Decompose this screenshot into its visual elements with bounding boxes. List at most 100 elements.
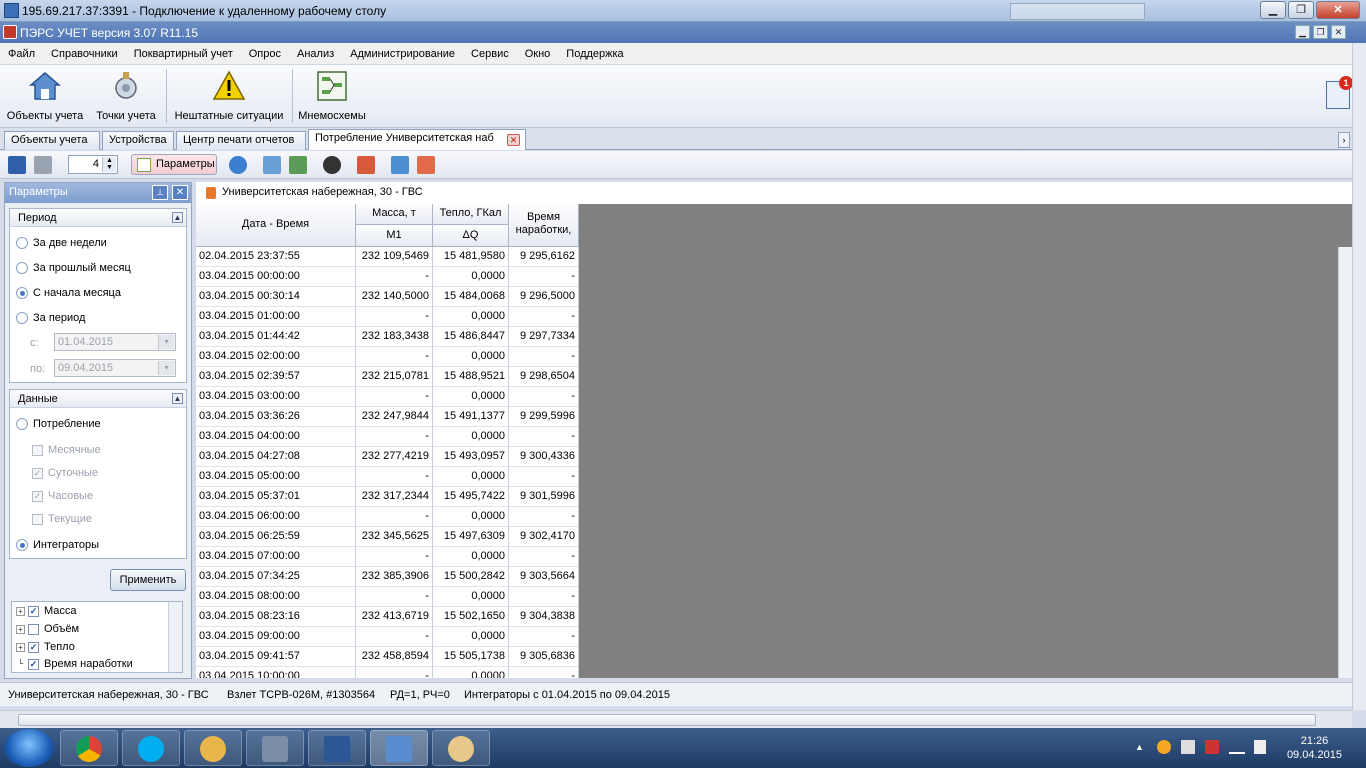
taskbar-rdp[interactable] <box>370 730 428 766</box>
menu-admin[interactable]: Администрирование <box>350 48 455 60</box>
refresh-icon[interactable] <box>229 156 247 174</box>
table-row[interactable]: 03.04.2015 03:36:26 232 247,9844 15 491,13… <box>196 407 579 427</box>
menu-analysis[interactable]: Анализ <box>297 48 334 60</box>
radio-last-month[interactable]: За прошлый месяц <box>16 262 131 274</box>
scrollbar-thumb[interactable] <box>18 714 1316 726</box>
table-row[interactable]: 03.04.2015 05:00:00-0,0000- <box>196 467 579 487</box>
tree-item-volume[interactable]: + Объём <box>16 623 79 635</box>
table-row[interactable]: 03.04.2015 02:39:57 232 215,0781 15 488,95… <box>196 367 579 387</box>
checkbox-icon[interactable]: ✓ <box>28 641 39 653</box>
tree-item-heat[interactable]: + ✓ Тепло <box>16 641 75 653</box>
table-row[interactable]: 02.04.2015 23:37:55 232 109,5469 15 481,95… <box>196 247 579 267</box>
calendar-dropdown-icon[interactable]: ▾ <box>158 335 174 349</box>
color-icon[interactable] <box>323 156 341 174</box>
col-header-datetime[interactable]: Дата - Время <box>196 204 356 247</box>
check-current[interactable]: Текущие <box>32 513 92 525</box>
radio-consumption[interactable]: Потребление <box>16 418 101 430</box>
col-header-runtime[interactable]: Время наработки, <box>509 204 579 247</box>
menu-service[interactable]: Сервис <box>471 48 509 60</box>
emergency-button[interactable]: Нештатные ситуации <box>172 69 286 122</box>
col-header-mass[interactable]: Масса, т <box>356 204 433 225</box>
table-row[interactable]: 03.04.2015 02:00:00-0,0000- <box>196 347 579 367</box>
rdp-close-button[interactable]: ✕ <box>1316 1 1360 19</box>
checkbox-icon[interactable]: ✓ <box>28 658 39 670</box>
menu-support[interactable]: Поддержка <box>566 48 623 60</box>
taskbar-word[interactable] <box>308 730 366 766</box>
network-icon[interactable] <box>1229 740 1245 754</box>
menu-window[interactable]: Окно <box>525 48 551 60</box>
table-row[interactable]: 03.04.2015 04:00:00-0,0000- <box>196 427 579 447</box>
tray-app-icon[interactable] <box>1157 740 1171 754</box>
edit-icon[interactable] <box>357 156 375 174</box>
apply-button[interactable]: Применить <box>110 569 186 591</box>
save-icon[interactable] <box>8 156 26 174</box>
radio-integrators[interactable]: Интеграторы <box>16 539 99 551</box>
table-row[interactable]: 03.04.2015 00:00:00-0,0000- <box>196 267 579 287</box>
grid-vertical-scrollbar[interactable] <box>1338 247 1352 678</box>
expand-icon[interactable]: + <box>16 642 25 652</box>
table-row[interactable]: 03.04.2015 04:27:08 232 277,4219 15 493,09… <box>196 447 579 467</box>
from-date-field[interactable]: 01.04.2015 ▾ <box>54 333 176 351</box>
start-button[interactable] <box>4 729 54 767</box>
to-date-field[interactable]: 09.04.2015 ▾ <box>54 359 176 377</box>
radio-custom-period[interactable]: За период <box>16 312 85 324</box>
table-view-icon[interactable] <box>417 156 435 174</box>
table-row[interactable]: 03.04.2015 01:00:00-0,0000- <box>196 307 579 327</box>
table-row[interactable]: 03.04.2015 06:25:59 232 345,5625 15 497,63… <box>196 527 579 547</box>
menu-file[interactable]: Файл <box>8 48 35 60</box>
tab-objects[interactable]: Объекты учета <box>4 131 100 150</box>
taskbar-skype[interactable] <box>122 730 180 766</box>
checkbox-icon[interactable]: ✓ <box>28 605 39 617</box>
tab-close-icon[interactable]: ✕ <box>507 134 520 146</box>
volume-icon[interactable] <box>1254 740 1266 754</box>
collapse-icon[interactable]: ▲ <box>172 212 183 223</box>
horizontal-scrollbar[interactable] <box>0 710 1352 728</box>
menu-directories[interactable]: Справочники <box>51 48 118 60</box>
expand-icon[interactable]: + <box>16 624 25 634</box>
tree-item-runtime[interactable]: └ ✓ Время наработки <box>16 658 133 670</box>
menu-poll[interactable]: Опрос <box>249 48 281 60</box>
table-row[interactable]: 03.04.2015 00:30:14 232 140,5000 15 484,00… <box>196 287 579 307</box>
tree-item-mass[interactable]: + ✓ Масса <box>16 605 77 617</box>
table-row[interactable]: 03.04.2015 03:00:00-0,0000- <box>196 387 579 407</box>
table-row[interactable]: 03.04.2015 08:23:16 232 413,6719 15 502,16… <box>196 607 579 627</box>
chart-icon[interactable] <box>289 156 307 174</box>
tab-consumption[interactable]: Потребление Университетская наб ✕ <box>308 129 526 150</box>
app-close-button[interactable]: ✕ <box>1331 25 1346 39</box>
grid-view-icon[interactable] <box>391 156 409 174</box>
expand-icon[interactable]: + <box>16 606 25 616</box>
table-row[interactable]: 03.04.2015 08:00:00-0,0000- <box>196 587 579 607</box>
radio-two-weeks[interactable]: За две недели <box>16 237 107 249</box>
tab-devices[interactable]: Устройства <box>102 131 174 150</box>
pin-icon[interactable]: ⊥ <box>152 185 168 200</box>
check-hourly[interactable]: ✓ Часовые <box>32 490 93 502</box>
check-daily[interactable]: ✓ Суточные <box>32 467 98 479</box>
notifications-icon[interactable]: 1 <box>1326 76 1353 109</box>
table-row[interactable]: 03.04.2015 05:37:01 232 317,2344 15 495,74… <box>196 487 579 507</box>
table-row[interactable]: 03.04.2015 01:44:42 232 183,3438 15 486,84… <box>196 327 579 347</box>
taskbar-chrome[interactable] <box>60 730 118 766</box>
radio-month-start[interactable]: С начала месяца <box>16 287 121 299</box>
app-restore-button[interactable]: ❐ <box>1313 25 1328 39</box>
tray-flag-icon[interactable] <box>1181 740 1195 754</box>
count-spinner[interactable]: 4 ▲ ▼ <box>68 155 118 174</box>
rdp-minimize-button[interactable]: ▁ <box>1260 1 1286 19</box>
tray-security-icon[interactable] <box>1205 740 1219 754</box>
taskbar-paint[interactable] <box>432 730 490 766</box>
panel-close-icon[interactable]: ✕ <box>172 185 188 200</box>
tray-expand-icon[interactable]: ▲ <box>1135 742 1144 752</box>
clock[interactable]: 21:26 09.04.2015 <box>1287 734 1342 762</box>
table-row[interactable]: 03.04.2015 07:34:25 232 385,3906 15 500,28… <box>196 567 579 587</box>
col-header-heat[interactable]: Тепло, ГКал <box>433 204 509 225</box>
objects-button[interactable]: Объекты учета <box>4 69 86 122</box>
params-toggle-button[interactable]: Параметры <box>131 154 217 175</box>
table-row[interactable]: 03.04.2015 10:00:00-0,0000- <box>196 667 579 678</box>
calendar-dropdown-icon[interactable]: ▾ <box>158 361 174 375</box>
table-row[interactable]: 03.04.2015 09:00:00-0,0000- <box>196 627 579 647</box>
tab-print-center[interactable]: Центр печати отчетов <box>176 131 306 150</box>
col-header-dq[interactable]: ΔQ <box>433 225 509 247</box>
taskbar-virtualbox[interactable] <box>246 730 304 766</box>
col-header-m1[interactable]: M1 <box>356 225 433 247</box>
table-row[interactable]: 03.04.2015 09:41:57 232 458,8594 15 505,17… <box>196 647 579 667</box>
collapse-icon[interactable]: ▲ <box>172 393 183 404</box>
